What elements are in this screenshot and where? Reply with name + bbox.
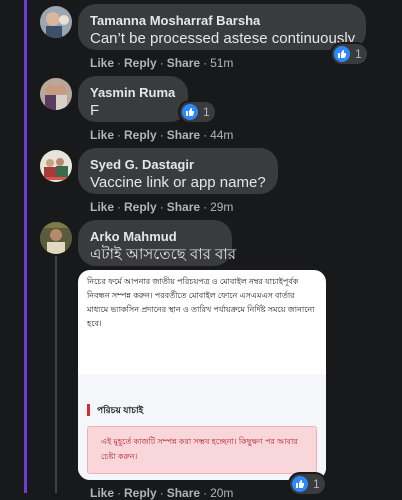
- timestamp[interactable]: 51m: [210, 56, 233, 70]
- avatar[interactable]: [40, 6, 72, 38]
- reaction-badge[interactable]: 1: [290, 474, 325, 494]
- attachment-heading: পরিচয় যাচাই: [87, 404, 143, 416]
- comment-actions: Like · Reply · Share · 51m: [90, 56, 234, 70]
- like-button[interactable]: Like: [90, 128, 114, 142]
- comment-text: Vaccine link or app name?: [90, 174, 266, 191]
- share-button[interactable]: Share: [167, 56, 200, 70]
- reply-button[interactable]: Reply: [124, 486, 157, 500]
- reply-thread-line: [55, 256, 57, 493]
- attachment-image[interactable]: নিচের ফর্মে আপনার জাতীয় পরিচয়পত্র ও মো…: [78, 270, 326, 480]
- comment-author[interactable]: Tamanna Mosharraf Barsha: [90, 12, 354, 29]
- comment-author[interactable]: Arko Mahmud: [90, 228, 220, 245]
- timestamp[interactable]: 20m: [210, 486, 233, 500]
- comment-text: F: [90, 102, 100, 119]
- comment-bubble: Yasmin Ruma F: [78, 76, 188, 122]
- share-button[interactable]: Share: [167, 128, 200, 142]
- comment-actions: Like · Reply · Share · 29m: [90, 200, 234, 214]
- like-button[interactable]: Like: [90, 200, 114, 214]
- avatar[interactable]: [40, 78, 72, 110]
- timestamp[interactable]: 29m: [210, 200, 233, 214]
- timestamp[interactable]: 44m: [210, 128, 233, 142]
- like-icon: [292, 476, 308, 492]
- comment-bubble: Arko Mahmud এটাই আসতেছে বার বার: [78, 220, 236, 266]
- reaction-badge[interactable]: 1: [180, 102, 215, 122]
- avatar[interactable]: [40, 150, 72, 182]
- share-button[interactable]: Share: [167, 486, 200, 500]
- like-icon: [182, 104, 198, 120]
- comment-actions: Like · Reply · Share · 20m: [90, 486, 234, 500]
- thread-indent-line: [24, 0, 27, 493]
- comment-author[interactable]: Yasmin Ruma: [90, 84, 176, 101]
- attachment-form-section: পরিচয় যাচাই এই মুহূর্তে কাজটি সম্পন্ন ক…: [78, 374, 326, 480]
- comment-bubble: Syed G. Dastagir Vaccine link or app nam…: [78, 148, 278, 194]
- attachment-error-alert: এই মুহূর্তে কাজটি সম্পন্ন করা সম্ভব হচ্ছ…: [87, 426, 317, 474]
- comment-bubble: Tamanna Mosharraf Barsha Can’t be proces…: [78, 4, 366, 50]
- like-icon: [334, 46, 350, 62]
- comment-author[interactable]: Syed G. Dastagir: [90, 156, 266, 173]
- avatar[interactable]: [40, 222, 72, 254]
- comment-actions: Like · Reply · Share · 44m: [90, 128, 234, 142]
- attachment-intro: নিচের ফর্মে আপনার জাতীয় পরিচয়পত্র ও মো…: [87, 277, 315, 328]
- reaction-count: 1: [355, 47, 362, 61]
- like-button[interactable]: Like: [90, 56, 114, 70]
- reply-button[interactable]: Reply: [124, 128, 157, 142]
- comment-text: Can’t be processed astese continuously: [90, 30, 356, 47]
- comment-text: এটাই আসতেছে বার বার: [90, 246, 236, 263]
- reaction-count: 1: [203, 105, 210, 119]
- reaction-count: 1: [313, 477, 320, 491]
- reaction-badge[interactable]: 1: [332, 44, 367, 64]
- share-button[interactable]: Share: [167, 200, 200, 214]
- reply-button[interactable]: Reply: [124, 56, 157, 70]
- like-button[interactable]: Like: [90, 486, 114, 500]
- reply-button[interactable]: Reply: [124, 200, 157, 214]
